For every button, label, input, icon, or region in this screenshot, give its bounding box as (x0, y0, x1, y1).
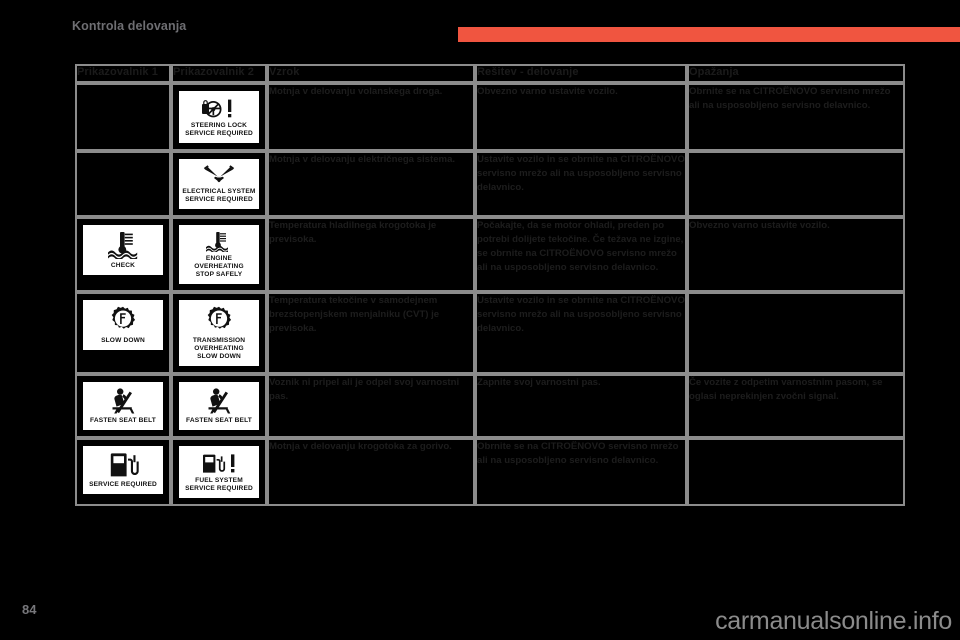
indicator-cell-primary: FASTEN SEAT BELT (75, 374, 171, 438)
note-cell-text: Obrnite se na CITROËNOVO servisno mrežo … (689, 85, 903, 113)
indicator-cell-secondary: FASTEN SEAT BELT (171, 374, 267, 438)
indicator-cell-primary: SLOW DOWN (75, 292, 171, 374)
indicator-cell-secondary: ENGINE OVERHEATING STOP SAFELY (171, 217, 267, 292)
note-cell (687, 438, 905, 506)
indicator-cell-primary-empty (75, 83, 171, 151)
table-row: CHECK ENGINE OVERHEATING STOP SAFELY Temp… (75, 217, 905, 292)
note-cell: Če vozite z odpetim varnostnim pasom, se… (687, 374, 905, 438)
indicator-icon-box: ENGINE OVERHEATING STOP SAFELY (177, 223, 261, 286)
note-cell-text: Če vozite z odpetim varnostnim pasom, se… (689, 376, 903, 404)
indicator-icon-box: SERVICE REQUIRED (81, 444, 165, 496)
table-row: ELECTRICAL SYSTEM SERVICE REQUIRED Motnja… (75, 151, 905, 217)
electrical-system-icon (181, 165, 257, 185)
note-cell (687, 151, 905, 217)
indicator-icon-box: STEERING LOCK SERVICE REQUIRED (177, 89, 261, 145)
seat-belt-icon (181, 388, 257, 414)
fuel-system-icon (181, 452, 257, 474)
table-header-row: Prikazovalnik 1 Prikazovalnik 2 Vzrok Re… (75, 64, 905, 83)
fix-cell-text: Obrnite se na CITROËNOVO servisno mrežo … (477, 440, 685, 468)
indicator-cell-secondary: STEERING LOCK SERVICE REQUIRED (171, 83, 267, 151)
column-header-indicator2: Prikazovalnik 2 (171, 64, 267, 83)
table-row: FASTEN SEAT BELT FASTEN SEAT BELT Voznik … (75, 374, 905, 438)
cause-cell-text: Motnja v delovanju volanskega droga. (269, 85, 473, 99)
cause-cell-text: Motnja v delovanju električnega sistema. (269, 153, 473, 167)
page-number: 84 (22, 602, 36, 617)
cause-cell-text: Temperatura tekočine v samodejnem brezst… (269, 294, 473, 335)
cause-cell: Temperatura tekočine v samodejnem brezst… (267, 292, 475, 374)
cause-cell: Voznik ni pripel ali je odpel svoj varno… (267, 374, 475, 438)
column-header-cause: Vzrok (267, 64, 475, 83)
cause-cell: Temperatura hladilnega krogotoka je prev… (267, 217, 475, 292)
fix-cell-text: Ustavite vozilo in se obrnite na CITROËN… (477, 294, 685, 335)
indicator-cell-secondary: ELECTRICAL SYSTEM SERVICE REQUIRED (171, 151, 267, 217)
steering-lock-icon (181, 97, 257, 119)
page-header: Kontrola delovanja (0, 0, 960, 46)
column-header-indicator1: Prikazovalnik 1 (75, 64, 171, 83)
note-cell (687, 292, 905, 374)
indicator-cell-secondary: FUEL SYSTEM SERVICE REQUIRED (171, 438, 267, 506)
fix-cell: Obrnite se na CITROËNOVO servisno mrežo … (475, 438, 687, 506)
indicator-icon-box: FASTEN SEAT BELT (81, 380, 165, 432)
coolant-temperature-icon (85, 231, 161, 259)
indicator-icon-caption: FASTEN SEAT BELT (85, 417, 161, 425)
fuel-pump-icon (85, 452, 161, 478)
column-header-fix: Rešitev - delovanje (475, 64, 687, 83)
fix-cell: Obvezno varno ustavite vozilo. (475, 83, 687, 151)
indicator-cell-secondary: TRANSMISSION OVERHEATING SLOW DOWN (171, 292, 267, 374)
indicator-icon-box: FUEL SYSTEM SERVICE REQUIRED (177, 444, 261, 500)
table-row: STEERING LOCK SERVICE REQUIRED Motnja v d… (75, 83, 905, 151)
warning-indicator-table: Prikazovalnik 1 Prikazovalnik 2 Vzrok Re… (75, 64, 905, 506)
indicator-icon-box: ELECTRICAL SYSTEM SERVICE REQUIRED (177, 157, 261, 211)
fix-cell: Počakajte, da se motor ohladi, preden po… (475, 217, 687, 292)
cause-cell: Motnja v delovanju električnega sistema. (267, 151, 475, 217)
indicator-icon-caption: FASTEN SEAT BELT (181, 417, 257, 425)
fix-cell: Ustavite vozilo in se obrnite na CITROËN… (475, 151, 687, 217)
table-row: SERVICE REQUIRED FUEL SYSTEM SERVICE REQ… (75, 438, 905, 506)
engine-overheating-icon (181, 231, 257, 252)
indicator-icon-caption: ELECTRICAL SYSTEM SERVICE REQUIRED (181, 188, 257, 204)
indicator-icon-box: TRANSMISSION OVERHEATING SLOW DOWN (177, 298, 261, 368)
transmission-gear-icon (85, 306, 161, 334)
cause-cell-text: Voznik ni pripel ali je odpel svoj varno… (269, 376, 473, 404)
fix-cell-text: Ustavite vozilo in se obrnite na CITROËN… (477, 153, 685, 194)
cause-cell: Motnja v delovanju volanskega droga. (267, 83, 475, 151)
indicator-icon-caption: ENGINE OVERHEATING STOP SAFELY (181, 255, 257, 279)
indicator-icon-box: CHECK (81, 223, 165, 277)
cause-cell-text: Motnja v delovanju krogotoka za gorivo. (269, 440, 473, 454)
indicator-cell-primary-empty (75, 151, 171, 217)
indicator-icon-box: FASTEN SEAT BELT (177, 380, 261, 432)
cause-cell: Motnja v delovanju krogotoka za gorivo. (267, 438, 475, 506)
warning-indicator-table-wrapper: Prikazovalnik 1 Prikazovalnik 2 Vzrok Re… (75, 64, 905, 506)
fix-cell: Ustavite vozilo in se obrnite na CITROËN… (475, 292, 687, 374)
indicator-icon-caption: FUEL SYSTEM SERVICE REQUIRED (181, 477, 257, 493)
watermark: carmanualsonline.info (715, 607, 952, 636)
note-cell: Obvezno varno ustavite vozilo. (687, 217, 905, 292)
fix-cell: Zapnite svoj varnostni pas. (475, 374, 687, 438)
fix-cell-text: Počakajte, da se motor ohladi, preden po… (477, 219, 685, 274)
page-title: Kontrola delovanja (72, 19, 186, 33)
column-header-note: Opažanja (687, 64, 905, 83)
indicator-icon-caption: STEERING LOCK SERVICE REQUIRED (181, 122, 257, 138)
table-row: SLOW DOWN TRANSMISSION OVERHEATING SLOW … (75, 292, 905, 374)
indicator-cell-primary: CHECK (75, 217, 171, 292)
transmission-gear-icon (181, 306, 257, 334)
indicator-icon-caption: SLOW DOWN (85, 337, 161, 345)
indicator-icon-caption: SERVICE REQUIRED (85, 481, 161, 489)
fix-cell-text: Obvezno varno ustavite vozilo. (477, 85, 685, 99)
fix-cell-text: Zapnite svoj varnostni pas. (477, 376, 685, 390)
header-accent-bar (458, 27, 960, 42)
cause-cell-text: Temperatura hladilnega krogotoka je prev… (269, 219, 473, 247)
seat-belt-icon (85, 388, 161, 414)
indicator-cell-primary: SERVICE REQUIRED (75, 438, 171, 506)
indicator-icon-caption: TRANSMISSION OVERHEATING SLOW DOWN (181, 337, 257, 361)
table-body: STEERING LOCK SERVICE REQUIRED Motnja v d… (75, 83, 905, 506)
indicator-icon-caption: CHECK (85, 262, 161, 270)
note-cell: Obrnite se na CITROËNOVO servisno mrežo … (687, 83, 905, 151)
note-cell-text: Obvezno varno ustavite vozilo. (689, 219, 903, 233)
indicator-icon-box: SLOW DOWN (81, 298, 165, 352)
